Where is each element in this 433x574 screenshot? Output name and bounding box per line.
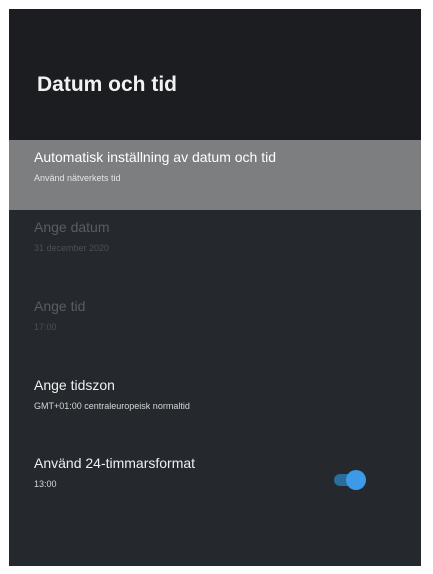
auto-date-time-item[interactable]: Automatisk inställning av datum och tid … <box>9 140 421 210</box>
use-24h-format-value: 13:00 <box>34 479 57 489</box>
set-timezone-value: GMT+01:00 centraleuropeisk normaltid <box>34 401 190 411</box>
set-date-item: Ange datum 31 december 2020 <box>9 210 421 280</box>
set-timezone-label: Ange tidszon <box>34 377 115 393</box>
set-date-label: Ange datum <box>34 219 110 235</box>
settings-panel: Datum och tid Automatisk inställning av … <box>9 9 421 566</box>
set-timezone-item[interactable]: Ange tidszon GMT+01:00 centraleuropeisk … <box>9 368 421 438</box>
set-time-value: 17:00 <box>34 322 57 332</box>
use-24h-format-toggle[interactable] <box>334 470 366 490</box>
panel-header: Datum och tid <box>9 9 421 140</box>
set-date-value: 31 december 2020 <box>34 243 110 253</box>
page-title: Datum och tid <box>37 73 177 96</box>
use-24h-format-label: Använd 24-timmarsformat <box>34 455 196 471</box>
use-24h-format-item[interactable]: Använd 24-timmarsformat 13:00 <box>9 446 421 516</box>
toggle-thumb <box>346 470 366 490</box>
set-time-label: Ange tid <box>34 298 86 314</box>
auto-date-time-value: Använd nätverkets tid <box>34 173 121 183</box>
set-time-item: Ange tid 17:00 <box>9 289 421 359</box>
auto-date-time-label: Automatisk inställning av datum och tid <box>34 149 277 165</box>
